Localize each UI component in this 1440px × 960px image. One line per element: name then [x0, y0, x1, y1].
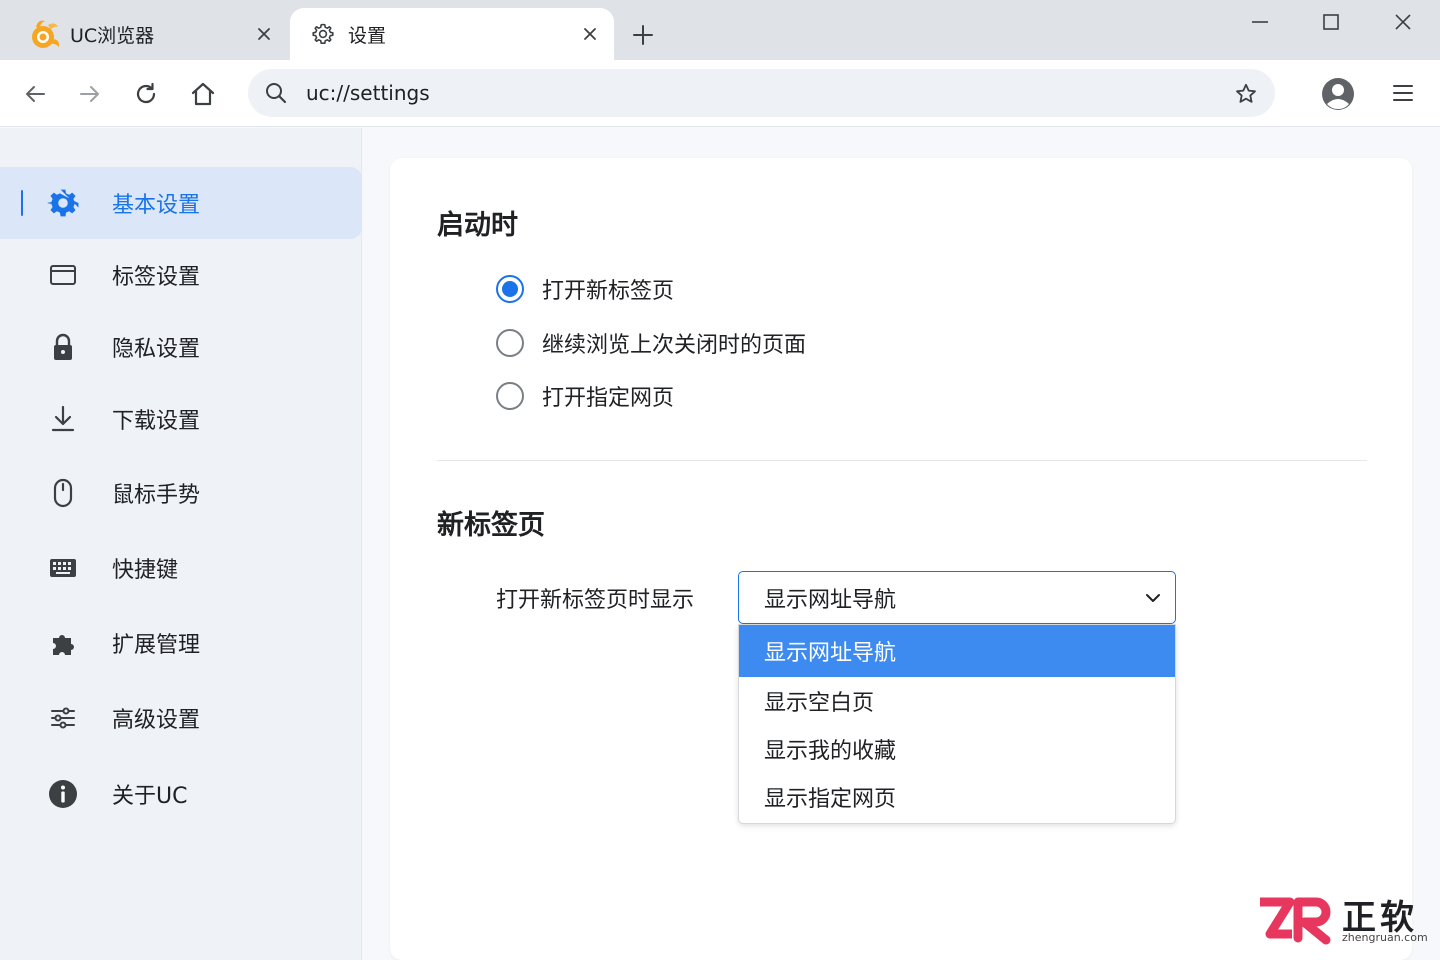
keyboard-icon	[46, 551, 80, 585]
profile-button[interactable]	[1320, 76, 1356, 112]
active-indicator	[21, 190, 23, 216]
new-tab-display-select[interactable]: 显示网址导航	[738, 571, 1176, 624]
gear-icon	[46, 186, 80, 220]
forward-button[interactable]	[73, 77, 107, 111]
sidebar-item-download[interactable]: 下载设置	[0, 383, 362, 455]
back-button[interactable]	[18, 77, 52, 111]
sidebar-item-label: 高级设置	[112, 708, 201, 733]
radio-unchecked-icon	[496, 382, 524, 410]
plus-icon	[633, 25, 653, 45]
new-tab-display-label: 打开新标签页时显示	[496, 588, 695, 613]
dropdown-option-specific-page[interactable]: 显示指定网页	[739, 773, 1175, 821]
toolbar	[0, 60, 1440, 127]
radio-checked-icon	[496, 275, 524, 303]
radio-open-new-tab[interactable]: 打开新标签页	[496, 269, 674, 309]
watermark-domain: zhengruan.com	[1342, 931, 1428, 944]
radio-label: 继续浏览上次关闭时的页面	[542, 333, 807, 358]
maximize-button[interactable]	[1311, 6, 1351, 38]
sidebar-item-mouse-gesture[interactable]: 鼠标手势	[0, 457, 362, 529]
hamburger-icon	[1393, 85, 1413, 101]
settings-sidebar: 基本设置 标签设置 隐私设置 下载设置 鼠标手势 快捷键 扩展管理 高级设置 关…	[0, 128, 362, 960]
sidebar-item-privacy[interactable]: 隐私设置	[0, 311, 362, 383]
reload-icon	[136, 82, 156, 104]
sidebar-item-tabs[interactable]: 标签设置	[0, 239, 362, 311]
new-tab-button[interactable]	[628, 20, 658, 50]
maximize-icon	[1323, 14, 1339, 30]
account-icon	[1322, 78, 1354, 110]
tab-title: UC浏览器	[70, 24, 155, 47]
window-close-button[interactable]	[1383, 6, 1423, 38]
download-icon	[46, 402, 80, 436]
home-icon	[191, 82, 215, 106]
gear-icon	[310, 21, 336, 47]
info-icon	[46, 777, 80, 811]
sidebar-item-about[interactable]: 关于UC	[0, 758, 362, 830]
sidebar-item-label: 下载设置	[112, 409, 201, 434]
star-icon[interactable]	[1233, 81, 1259, 107]
tab-strip: UC浏览器 设置	[0, 0, 1440, 60]
radio-label: 打开新标签页	[542, 279, 675, 304]
radio-open-specific-page[interactable]: 打开指定网页	[496, 376, 674, 416]
url-input[interactable]	[306, 81, 1186, 105]
minimize-icon	[1252, 21, 1268, 23]
close-icon[interactable]	[252, 22, 276, 46]
new-tab-display-dropdown: 显示网址导航 显示空白页 显示我的收藏 显示指定网页	[738, 624, 1176, 824]
arrow-right-icon	[80, 86, 99, 102]
sidebar-item-label: 快捷键	[112, 558, 179, 583]
tab-uc-browser[interactable]: UC浏览器	[18, 8, 284, 60]
sidebar-item-label: 关于UC	[112, 784, 188, 809]
menu-button[interactable]	[1388, 78, 1418, 108]
arrow-left-icon	[26, 86, 45, 102]
section-title-startup: 启动时	[437, 210, 518, 241]
sidebar-item-label: 基本设置	[112, 193, 201, 218]
radio-label: 打开指定网页	[542, 386, 675, 411]
radio-continue-session[interactable]: 继续浏览上次关闭时的页面	[496, 323, 806, 363]
sidebar-item-label: 隐私设置	[112, 337, 201, 362]
reload-button[interactable]	[129, 77, 163, 111]
sidebar-item-label: 鼠标手势	[112, 483, 201, 508]
tab-settings[interactable]: 设置	[290, 8, 614, 60]
section-title-new-tab: 新标签页	[437, 510, 545, 541]
puzzle-icon	[46, 626, 80, 660]
sidebar-item-label: 扩展管理	[112, 633, 201, 658]
lock-icon	[46, 330, 80, 364]
select-value: 显示网址导航	[764, 587, 897, 613]
close-icon	[1395, 14, 1411, 30]
sidebar-item-shortcuts[interactable]: 快捷键	[0, 532, 362, 604]
minimize-button[interactable]	[1240, 6, 1280, 38]
search-icon	[264, 81, 288, 105]
tab-icon	[46, 258, 80, 292]
sidebar-item-advanced[interactable]: 高级设置	[0, 682, 362, 754]
sidebar-item-label: 标签设置	[112, 265, 201, 290]
uc-logo-icon	[28, 17, 62, 51]
settings-card: 启动时 打开新标签页 继续浏览上次关闭时的页面 打开指定网页 新标签页 打开新标…	[390, 158, 1412, 960]
dropdown-option-favorites[interactable]: 显示我的收藏	[739, 725, 1175, 773]
dropdown-option-nav[interactable]: 显示网址导航	[739, 625, 1175, 677]
close-icon[interactable]	[578, 22, 602, 46]
radio-unchecked-icon	[496, 329, 524, 357]
tab-title: 设置	[348, 24, 387, 47]
address-bar[interactable]	[248, 69, 1275, 117]
mouse-icon	[46, 476, 80, 510]
section-divider	[437, 460, 1367, 461]
dropdown-option-blank[interactable]: 显示空白页	[739, 677, 1175, 725]
chevron-down-icon	[1143, 588, 1163, 608]
sliders-icon	[46, 701, 80, 735]
home-button[interactable]	[186, 77, 220, 111]
sidebar-item-basic[interactable]: 基本设置	[0, 167, 362, 239]
watermark-logo: 正软 zhengruan.com	[1256, 890, 1432, 950]
sidebar-item-extensions[interactable]: 扩展管理	[0, 607, 362, 679]
zr-logo-icon	[1260, 897, 1331, 945]
